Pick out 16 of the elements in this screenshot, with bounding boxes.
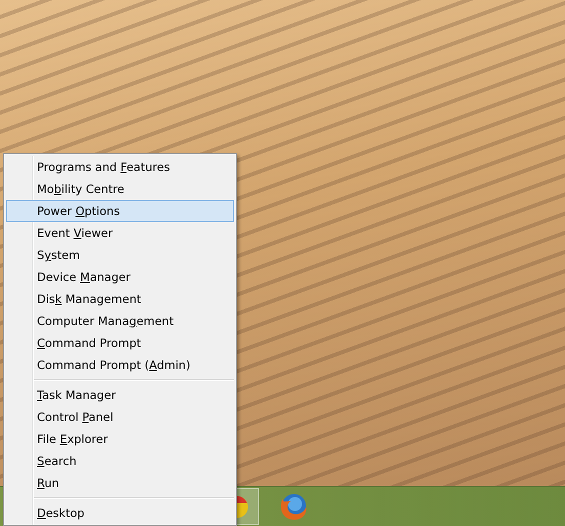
menu-item[interactable]: Control Panel [6,406,234,428]
menu-item[interactable]: Disk Management [6,288,234,310]
menu-item[interactable]: System [6,244,234,266]
menu-item[interactable]: Mobility Centre [6,178,234,200]
menu-item[interactable]: Power Options [6,200,234,222]
menu-item[interactable]: Command Prompt (Admin) [6,354,234,376]
menu-item[interactable]: Computer Management [6,310,234,332]
menu-item[interactable]: Device Manager [6,266,234,288]
menu-item[interactable]: Search [6,450,234,472]
menu-item[interactable]: Run [6,472,234,494]
menu-item[interactable]: Programs and Features [6,156,234,178]
menu-item[interactable]: Desktop [6,502,234,524]
menu-item[interactable]: File Explorer [6,428,234,450]
menu-item[interactable]: Command Prompt [6,332,234,354]
menu-item[interactable]: Event Viewer [6,222,234,244]
menu-item[interactable]: Task Manager [6,384,234,406]
